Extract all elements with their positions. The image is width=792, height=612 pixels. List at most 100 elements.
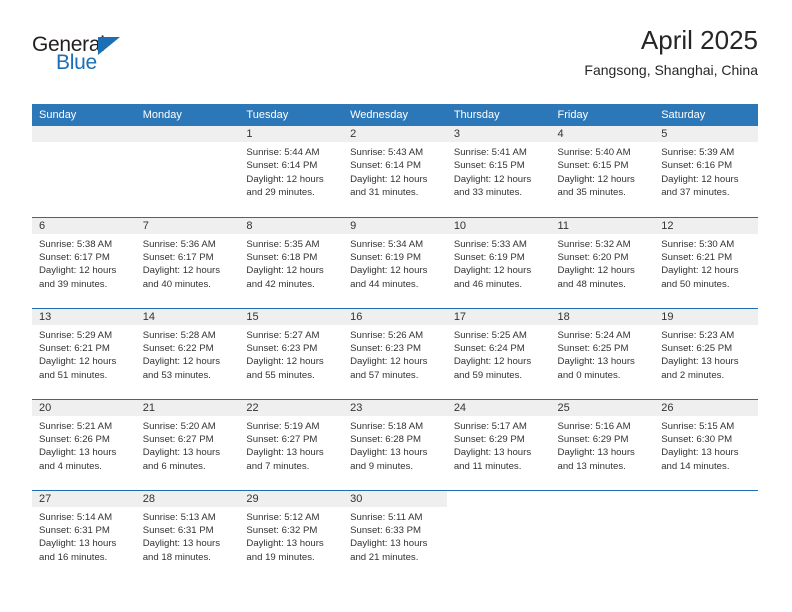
day-cell-details: Sunrise: 5:17 AM Sunset: 6:29 PM Daylight:… — [447, 416, 551, 474]
day-number: 14 — [135, 308, 240, 325]
calendar-day-cell[interactable]: 2 Sunrise: 5:43 AM Sunset: 6:14 PM Daylight… — [343, 126, 447, 217]
sunrise-text: Sunrise: 5:38 AM — [39, 238, 113, 250]
daylight-text-line2: and 16 minutes. — [39, 551, 108, 563]
calendar-day-cell[interactable]: 8 Sunrise: 5:35 AM Sunset: 6:18 PM Daylight… — [239, 216, 344, 308]
daylight-text-line1: Daylight: 12 hours — [453, 356, 532, 368]
daylight-text-line2: and 40 minutes. — [142, 278, 211, 290]
sunset-text: Sunset: 6:27 PM — [142, 433, 214, 445]
calendar-day-cell[interactable]: 4 Sunrise: 5:40 AM Sunset: 6:15 PM Daylight… — [550, 126, 655, 217]
daylight-text-line1: Daylight: 12 hours — [142, 265, 221, 277]
sunrise-text: Sunrise: 5:39 AM — [661, 147, 735, 158]
calendar-day-cell-empty — [32, 126, 136, 217]
calendar-day-cell[interactable]: 23 Sunrise: 5:18 AM Sunset: 6:28 PM Dayligh… — [343, 398, 447, 490]
sunset-text: Sunset: 6:14 PM — [246, 160, 318, 172]
daylight-text-line1: Daylight: 12 hours — [39, 356, 117, 368]
sunset-text: Sunset: 6:19 PM — [453, 251, 525, 263]
day-cell-inner: 20 Sunrise: 5:21 AM Sunset: 6:26 PM Dayligh… — [32, 399, 136, 490]
sunset-text: Sunset: 6:32 PM — [246, 524, 318, 536]
day-number: 8 — [239, 217, 344, 234]
calendar-day-cell[interactable]: 9 Sunrise: 5:34 AM Sunset: 6:19 PM Daylight… — [343, 216, 447, 308]
day-cell-inner: 4 Sunrise: 5:40 AM Sunset: 6:15 PM Daylight… — [550, 126, 655, 217]
calendar-day-cell[interactable]: 6 Sunrise: 5:38 AM Sunset: 6:17 PM Daylight… — [32, 216, 136, 308]
weekday-header-sunday: Sunday — [32, 104, 136, 126]
day-number: 22 — [239, 399, 344, 416]
sunrise-text: Sunrise: 5:34 AM — [350, 238, 424, 250]
calendar-day-cell[interactable]: 29 Sunrise: 5:12 AM Sunset: 6:32 PM Dayligh… — [239, 489, 344, 581]
calendar-day-cell[interactable]: 16 Sunrise: 5:26 AM Sunset: 6:23 PM Dayligh… — [343, 307, 447, 399]
daylight-text-line1: Daylight: 13 hours — [246, 538, 324, 550]
daylight-text-line1: Daylight: 12 hours — [661, 173, 739, 185]
calendar-day-cell[interactable]: 12 Sunrise: 5:30 AM Sunset: 6:21 PM Dayligh… — [654, 216, 758, 308]
calendar-day-cell[interactable]: 22 Sunrise: 5:19 AM Sunset: 6:27 PM Dayligh… — [239, 398, 344, 490]
day-cell-inner: 9 Sunrise: 5:34 AM Sunset: 6:19 PM Daylight… — [343, 217, 447, 308]
daylight-text-line2: and 44 minutes. — [350, 278, 419, 290]
daylight-text-line2: and 42 minutes. — [246, 278, 315, 290]
calendar-day-cell[interactable]: 24 Sunrise: 5:17 AM Sunset: 6:29 PM Dayligh… — [446, 398, 551, 490]
calendar-day-cell[interactable]: 28 Sunrise: 5:13 AM Sunset: 6:31 PM Dayligh… — [135, 489, 240, 582]
day-cell-inner: 23 Sunrise: 5:18 AM Sunset: 6:28 PM Dayligh… — [343, 399, 447, 490]
day-cell-inner — [32, 126, 136, 217]
calendar-week-row: 1 Sunrise: 5:44 AM Sunset: 6:14 PM Daylight… — [32, 126, 758, 217]
day-number — [135, 126, 240, 142]
daylight-text-line2: and 48 minutes. — [557, 278, 626, 290]
day-cell-details: Sunrise: 5:25 AM Sunset: 6:24 PM Daylight:… — [447, 325, 551, 383]
sunset-text: Sunset: 6:27 PM — [246, 433, 318, 445]
day-cell-details: Sunrise: 5:18 AM Sunset: 6:28 PM Daylight:… — [343, 416, 447, 474]
day-number: 16 — [343, 308, 447, 325]
sunset-text: Sunset: 6:21 PM — [661, 251, 733, 263]
sunset-text: Sunset: 6:30 PM — [661, 433, 733, 445]
day-cell-details: Sunrise: 5:29 AM Sunset: 6:21 PM Daylight:… — [32, 325, 136, 383]
calendar-day-cell[interactable]: 7 Sunrise: 5:36 AM Sunset: 6:17 PM Daylight… — [135, 216, 240, 308]
calendar-day-cell[interactable]: 26 Sunrise: 5:15 AM Sunset: 6:30 PM Dayligh… — [654, 398, 758, 490]
daylight-text-line2: and 14 minutes. — [661, 460, 730, 472]
daylight-text-line2: and 13 minutes. — [557, 460, 626, 472]
day-number: 1 — [239, 126, 344, 142]
sunset-text: Sunset: 6:17 PM — [39, 251, 110, 263]
page-subtitle: Fangsong, Shanghai, China — [584, 61, 758, 78]
day-cell-details: Sunrise: 5:38 AM Sunset: 6:17 PM Daylight:… — [32, 234, 136, 292]
daylight-text-line1: Daylight: 12 hours — [142, 356, 221, 368]
calendar-day-cell[interactable]: 11 Sunrise: 5:32 AM Sunset: 6:20 PM Dayligh… — [550, 216, 655, 308]
calendar-day-cell[interactable]: 27 Sunrise: 5:14 AM Sunset: 6:31 PM Dayligh… — [32, 489, 136, 581]
sunrise-text: Sunrise: 5:15 AM — [661, 420, 735, 432]
day-cell-inner: 28 Sunrise: 5:13 AM Sunset: 6:31 PM Dayligh… — [135, 490, 240, 582]
sunrise-text: Sunrise: 5:27 AM — [246, 329, 320, 341]
day-cell-inner: 25 Sunrise: 5:16 AM Sunset: 6:29 PM Dayligh… — [550, 399, 655, 490]
daylight-text-line2: and 4 minutes. — [39, 460, 102, 472]
day-cell-details: Sunrise: 5:20 AM Sunset: 6:27 PM Daylight:… — [136, 416, 240, 474]
calendar-day-cell[interactable]: 5 Sunrise: 5:39 AM Sunset: 6:16 PM Daylight… — [654, 126, 758, 217]
calendar-day-cell[interactable]: 20 Sunrise: 5:21 AM Sunset: 6:26 PM Dayligh… — [32, 398, 136, 490]
weekday-header-saturday: Saturday — [654, 104, 758, 126]
weekday-header-friday: Friday — [550, 104, 655, 126]
calendar-day-cell[interactable]: 30 Sunrise: 5:11 AM Sunset: 6:33 PM Dayligh… — [343, 489, 447, 581]
calendar-day-cell[interactable]: 25 Sunrise: 5:16 AM Sunset: 6:29 PM Dayligh… — [550, 398, 655, 490]
day-cell-details: Sunrise: 5:34 AM Sunset: 6:19 PM Daylight:… — [343, 234, 447, 292]
daylight-text-line1: Daylight: 13 hours — [557, 356, 635, 368]
day-cell-inner: 11 Sunrise: 5:32 AM Sunset: 6:20 PM Dayligh… — [550, 217, 655, 308]
day-cell-inner: 2 Sunrise: 5:43 AM Sunset: 6:14 PM Daylight… — [343, 126, 447, 217]
day-cell-details: Sunrise: 5:36 AM Sunset: 6:17 PM Daylight:… — [136, 234, 240, 292]
sunset-text: Sunset: 6:26 PM — [39, 433, 110, 445]
calendar-day-cell[interactable]: 19 Sunrise: 5:23 AM Sunset: 6:25 PM Dayligh… — [654, 307, 758, 399]
calendar-day-cell[interactable]: 15 Sunrise: 5:27 AM Sunset: 6:23 PM Dayligh… — [239, 307, 344, 399]
calendar-day-cell[interactable]: 10 Sunrise: 5:33 AM Sunset: 6:19 PM Dayligh… — [446, 216, 551, 308]
calendar-day-cell[interactable]: 21 Sunrise: 5:20 AM Sunset: 6:27 PM Dayligh… — [135, 398, 240, 490]
daylight-text-line1: Daylight: 12 hours — [246, 173, 324, 185]
sunrise-text: Sunrise: 5:16 AM — [557, 420, 631, 432]
calendar-day-cell[interactable]: 14 Sunrise: 5:28 AM Sunset: 6:22 PM Dayligh… — [135, 307, 240, 399]
day-number: 10 — [446, 217, 551, 234]
day-cell-details: Sunrise: 5:41 AM Sunset: 6:15 PM Daylight:… — [447, 142, 551, 200]
day-cell-details: Sunrise: 5:24 AM Sunset: 6:25 PM Daylight:… — [551, 325, 655, 383]
calendar-day-cell[interactable]: 1 Sunrise: 5:44 AM Sunset: 6:14 PM Daylight… — [239, 126, 344, 217]
day-cell-inner: 8 Sunrise: 5:35 AM Sunset: 6:18 PM Daylight… — [239, 217, 344, 308]
day-cell-inner: 22 Sunrise: 5:19 AM Sunset: 6:27 PM Dayligh… — [239, 399, 344, 490]
day-cell-details: Sunrise: 5:27 AM Sunset: 6:23 PM Daylight:… — [239, 325, 343, 383]
daylight-text-line1: Daylight: 13 hours — [453, 447, 532, 459]
calendar-day-cell[interactable]: 17 Sunrise: 5:25 AM Sunset: 6:24 PM Dayligh… — [446, 307, 551, 399]
sunset-text: Sunset: 6:16 PM — [661, 160, 733, 172]
calendar-day-cell[interactable]: 13 Sunrise: 5:29 AM Sunset: 6:21 PM Dayligh… — [32, 307, 136, 399]
calendar-day-cell[interactable]: 18 Sunrise: 5:24 AM Sunset: 6:25 PM Dayligh… — [550, 307, 655, 399]
daylight-text-line2: and 31 minutes. — [350, 187, 419, 199]
calendar-day-cell[interactable]: 3 Sunrise: 5:41 AM Sunset: 6:15 PM Daylight… — [446, 126, 551, 217]
sunset-text: Sunset: 6:22 PM — [142, 342, 214, 354]
